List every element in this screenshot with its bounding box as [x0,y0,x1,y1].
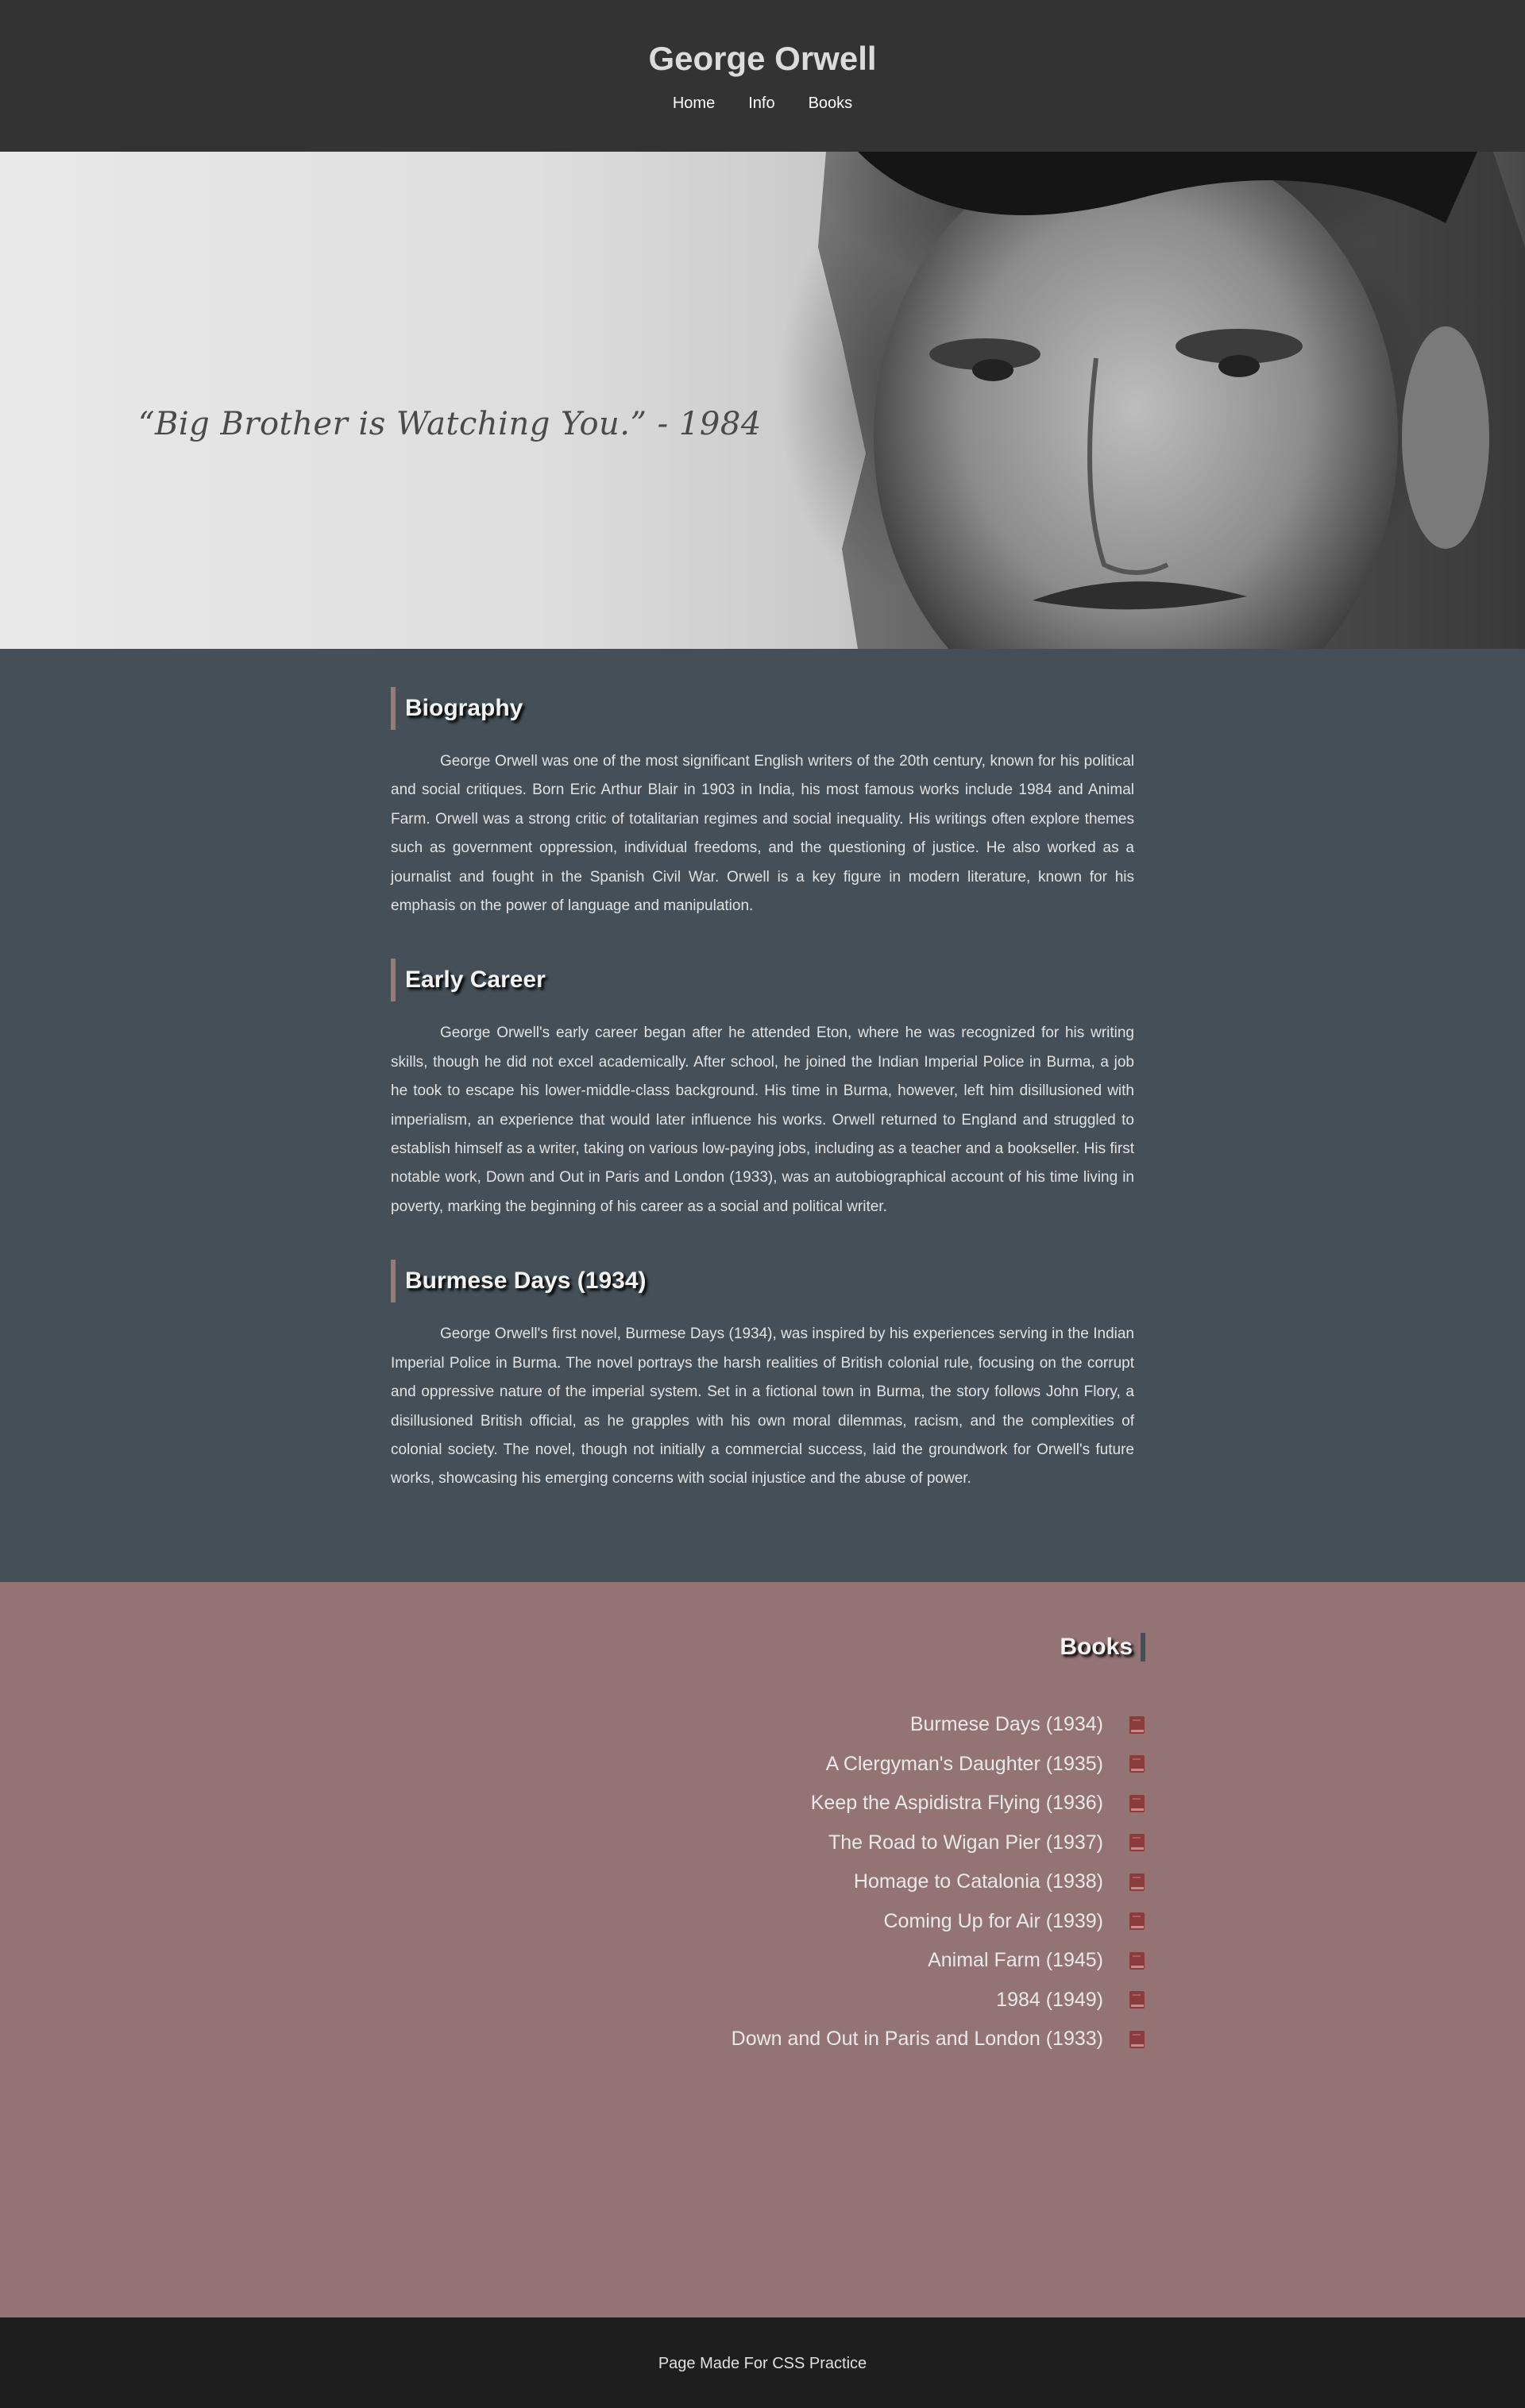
section-text: George Orwell's early career began after… [391,1025,1134,1215]
book-title: Animal Farm (1945) [928,1949,1103,1972]
book-list-item: A Clergyman's Daughter (1935) [732,1745,1145,1785]
book-title: Homage to Catalonia (1938) [853,1870,1103,1893]
book-icon [1129,1873,1145,1892]
section-heading: Biography [391,687,1134,730]
section-text: George Orwell was one of the most signif… [391,753,1134,915]
book-list-item: Burmese Days (1934) [732,1705,1145,1745]
book-icon [1129,1833,1145,1852]
book-list-item: Coming Up for Air (1939) [732,1902,1145,1942]
book-icon [1129,1912,1145,1931]
book-title: Coming Up for Air (1939) [883,1909,1103,1932]
main-content: Biography George Orwell was one of the m… [0,649,1525,1582]
book-title: Burmese Days (1934) [909,1713,1103,1736]
book-icon [1129,1990,1145,2009]
book-list-item: Keep the Aspidistra Flying (1936) [732,1784,1145,1823]
book-title: 1984 (1949) [996,1988,1103,2011]
site-header: George Orwell Home Info Books [0,0,1525,152]
section-biography: Biography George Orwell was one of the m… [391,687,1134,920]
nav-link-books[interactable]: Books [809,92,853,114]
book-list-item: Homage to Catalonia (1938) [732,1862,1145,1902]
section-burmese-days: Burmese Days (1934) George Orwell's firs… [391,1260,1134,1493]
book-title: Keep the Aspidistra Flying (1936) [810,1792,1103,1815]
books-heading: Books [1060,1633,1145,1661]
portrait-image [818,152,1525,649]
book-list: Burmese Days (1934) A Clergyman's Daughte… [732,1705,1145,2059]
book-list-item: The Road to Wigan Pier (1937) [732,1823,1145,1863]
nav-link-info[interactable]: Info [748,92,774,114]
book-icon [1129,1715,1145,1735]
site-title: George Orwell [648,40,877,77]
book-list-item: Down and Out in Paris and London (1933) [732,2020,1145,2059]
section-text: George Orwell's first novel, Burmese Day… [391,1326,1134,1488]
main-nav: Home Info Books [0,92,1525,114]
book-icon [1129,1951,1145,1970]
site-footer: Page Made For CSS Practice [0,2317,1525,2408]
section-heading: Early Career [391,959,1134,1002]
book-list-item: 1984 (1949) [732,1981,1145,2020]
book-icon [1129,1754,1145,1773]
book-title: Down and Out in Paris and London (1933) [731,2028,1103,2051]
footer-text: Page Made For CSS Practice [658,2355,867,2372]
nav-link-home[interactable]: Home [673,92,715,114]
hero-banner: “Big Brother is Watching You.” - 1984 [0,152,1525,649]
books-section: Books Burmese Days (1934) A Clergyman's D… [0,1582,1525,2317]
book-list-item: Animal Farm (1945) [732,1941,1145,1981]
section-heading: Burmese Days (1934) [391,1260,1134,1303]
book-title: A Clergyman's Daughter (1935) [825,1752,1103,1775]
section-early-career: Early Career George Orwell's early caree… [391,959,1134,1221]
book-title: The Road to Wigan Pier (1937) [828,1831,1103,1854]
book-icon [1129,2030,1145,2049]
book-icon [1129,1794,1145,1813]
hero-quote: “Big Brother is Watching You.” - 1984 [138,406,762,442]
